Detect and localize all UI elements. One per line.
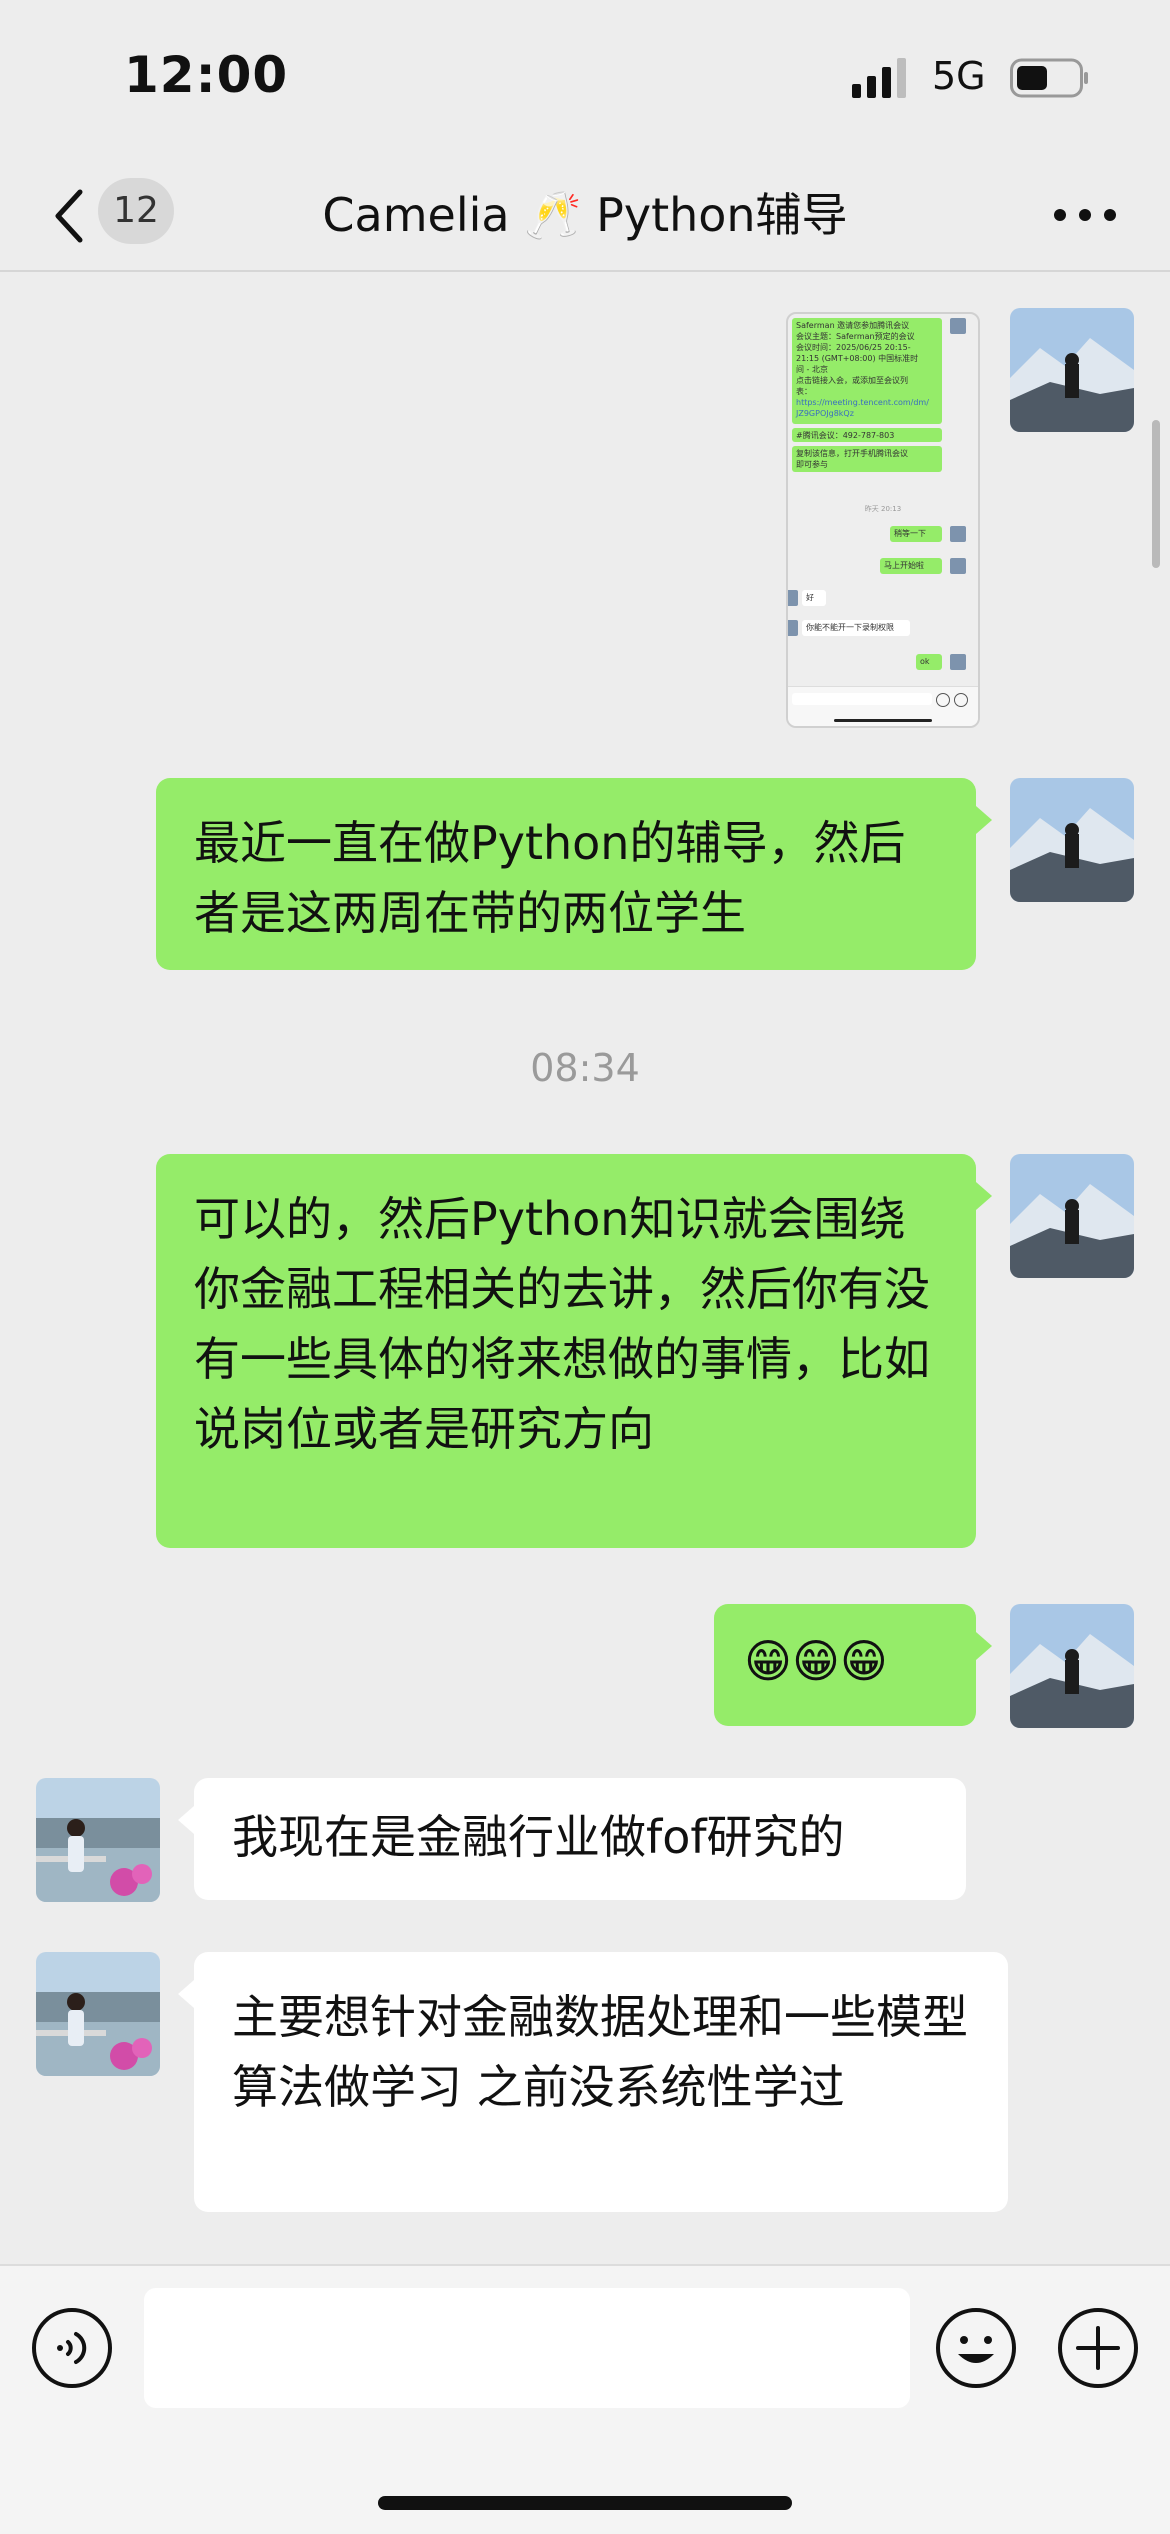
message-text: 我现在是金融行业做fof研究的 — [232, 1810, 845, 1864]
preview-msg: 马上开始啦 — [880, 558, 942, 574]
my-avatar[interactable] — [1010, 778, 1134, 902]
preview-input-bar — [788, 686, 978, 726]
preview-line: 点击链接入会，或添加至会议列 — [796, 376, 908, 385]
message-timestamp: 08:34 — [530, 1046, 640, 1090]
status-bar: 12:00 5G — [0, 0, 1170, 150]
preview-avatar — [950, 526, 966, 542]
bubble-tail — [976, 1182, 992, 1210]
message-bubble[interactable]: 最近一直在做Python的辅导，然后者是这两周在带的两位学生 — [156, 778, 976, 970]
preview-avatar — [950, 558, 966, 574]
chat-header: 12 Camelia 🥂 Python辅导 — [0, 150, 1170, 272]
preview-link: JZ9GPOJg8kQz — [796, 409, 854, 418]
preview-copy-tip: 复制该信息，打开手机腾讯会议 即可参与 — [792, 446, 942, 472]
my-avatar[interactable] — [1010, 308, 1134, 432]
preview-msg: ok — [916, 654, 942, 670]
image-message[interactable]: Saferman 邀请您参加腾讯会议 会议主题：Saferman预定的会议 会议… — [786, 312, 980, 728]
contact-avatar[interactable] — [36, 1952, 160, 2076]
message-text: 主要想针对金融数据处理和一些模型算法做学习 之前没系统性学过 — [232, 1990, 968, 2114]
message-bubble[interactable]: 我现在是金融行业做fof研究的 — [194, 1778, 966, 1900]
back-button[interactable]: 12 — [40, 174, 210, 254]
message-text: 可以的，然后Python知识就会围绕你金融工程相关的去讲，然后你有没有一些具体的… — [194, 1192, 930, 1456]
preview-avatar — [950, 654, 966, 670]
more-dots-icon[interactable] — [1050, 190, 1120, 240]
preview-msg: 稍等一下 — [890, 526, 942, 542]
preview-avatar — [950, 318, 966, 334]
preview-line: 21:15 (GMT+08:00) 中国标准时 — [796, 354, 919, 363]
preview-avatar — [788, 590, 798, 606]
preview-plus-icon — [954, 693, 968, 707]
preview-smile-icon — [936, 693, 950, 707]
battery-icon — [1010, 58, 1088, 98]
message-input[interactable] — [144, 2288, 910, 2408]
scrollbar[interactable] — [1152, 420, 1160, 568]
signal-icon — [852, 58, 906, 98]
status-time: 12:00 — [124, 46, 289, 104]
message-bubble[interactable]: 可以的，然后Python知识就会围绕你金融工程相关的去讲，然后你有没有一些具体的… — [156, 1154, 976, 1548]
message-bubble[interactable]: 主要想针对金融数据处理和一些模型算法做学习 之前没系统性学过 — [194, 1952, 1008, 2212]
preview-line: 会议时间：2025/06/25 20:15- — [796, 343, 911, 352]
preview-line: 会议主题：Saferman预定的会议 — [796, 332, 915, 341]
preview-line: 表： — [796, 387, 812, 396]
my-avatar[interactable] — [1010, 1154, 1134, 1278]
bubble-tail — [976, 806, 992, 834]
preview-link: https://meeting.tencent.com/dm/ — [796, 398, 929, 407]
preview-home-indicator — [834, 719, 932, 722]
my-avatar[interactable] — [1010, 1604, 1134, 1728]
preview-line: 即可参与 — [796, 460, 828, 469]
unread-count-badge: 12 — [98, 178, 174, 244]
preview-time: 昨天 20:13 — [864, 505, 902, 513]
preview-line: 复制该信息，打开手机腾讯会议 — [796, 449, 908, 458]
preview-line: 间 - 北京 — [796, 365, 828, 374]
message-text: 最近一直在做Python的辅导，然后者是这两周在带的两位学生 — [194, 816, 906, 940]
bubble-tail — [178, 1806, 194, 1834]
input-bar — [0, 2264, 1170, 2534]
plus-circle-icon[interactable] — [1056, 2306, 1140, 2390]
bubble-tail — [976, 1632, 992, 1660]
preview-invite-bubble: Saferman 邀请您参加腾讯会议 会议主题：Saferman预定的会议 会议… — [792, 318, 942, 424]
preview-meeting-id: #腾讯会议：492-787-803 — [792, 428, 942, 442]
preview-msg: 好 — [802, 590, 826, 606]
message-bubble[interactable]: 😁😁😁 — [714, 1604, 976, 1726]
message-list[interactable]: Saferman 邀请您参加腾讯会议 会议主题：Saferman预定的会议 会议… — [0, 272, 1170, 2264]
contact-avatar[interactable] — [36, 1778, 160, 1902]
voice-icon[interactable] — [30, 2306, 114, 2390]
chevron-left-icon — [55, 189, 83, 243]
preview-line: #腾讯会议：492-787-803 — [796, 431, 895, 440]
network-label: 5G — [932, 54, 986, 98]
message-text: 😁😁😁 — [744, 1634, 888, 1688]
smile-icon[interactable] — [934, 2306, 1018, 2390]
preview-avatar — [788, 620, 798, 636]
preview-msg: 你能不能开一下录制权限 — [802, 620, 910, 636]
chat-title: Camelia 🥂 Python辅导 — [322, 188, 848, 242]
preview-line: Saferman 邀请您参加腾讯会议 — [796, 321, 910, 330]
preview-input — [792, 693, 932, 705]
home-indicator[interactable] — [378, 2496, 792, 2510]
bubble-tail — [178, 1980, 194, 2008]
